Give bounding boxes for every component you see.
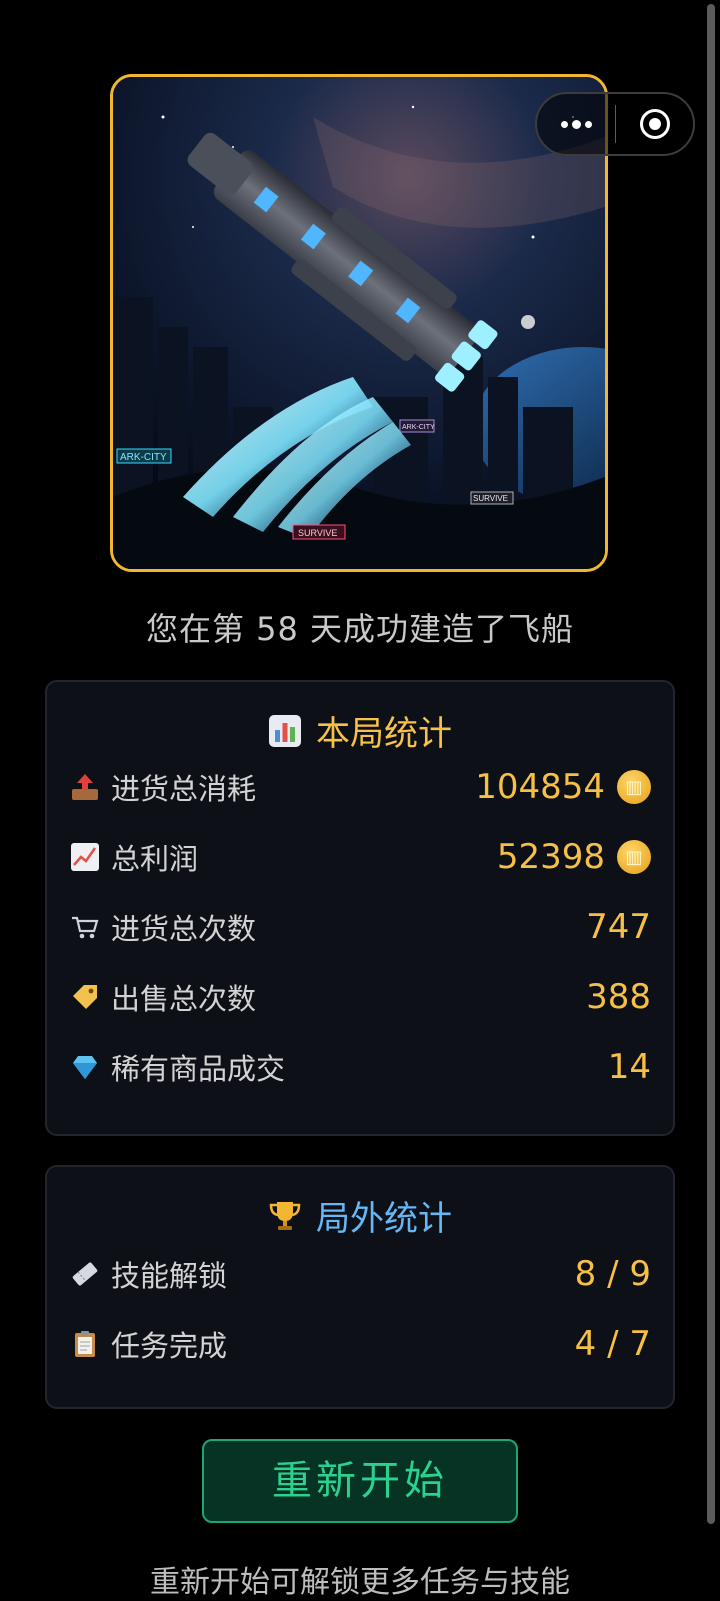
spaceship-illustration: ARK-CITY ARK-CITY SURVIVE SURVIVE	[110, 74, 608, 572]
stat-row-tasks-completed: 任务完成 4 / 7	[69, 1319, 651, 1369]
stat-row-purchase-cost: 进货总消耗 104854 ▥	[69, 762, 651, 812]
stat-value: 104854	[475, 767, 605, 807]
global-stats-card: 局外统计 技能解锁 8 / 9 任务完成 4 / 7	[45, 1165, 675, 1409]
more-dots-icon	[560, 119, 592, 129]
gem-icon	[69, 1051, 101, 1083]
stat-label: 进货总消耗	[111, 772, 257, 806]
outbox-tray-icon	[69, 771, 101, 803]
stat-label: 总利润	[111, 842, 199, 876]
stat-label: 稀有商品成交	[111, 1052, 286, 1086]
stat-value: 52398	[496, 837, 605, 877]
stat-value: 747	[586, 907, 651, 947]
target-icon	[639, 109, 670, 139]
stat-row-rare-trades: 稀有商品成交 14	[69, 1042, 651, 1092]
restart-hint: 重新开始可解锁更多任务与技能	[150, 1565, 570, 1600]
stat-value: 14	[607, 1047, 651, 1087]
scrollbar[interactable]	[707, 4, 715, 1524]
stat-value: 8 / 9	[574, 1254, 651, 1294]
local-stats-card: 本局统计 进货总消耗 104854 ▥ 总利润 52398 ▥ 进货总次数 74…	[45, 680, 675, 1136]
sign-ark-city-center: ARK-CITY	[402, 424, 435, 431]
local-stats-heading: 本局统计	[47, 706, 673, 755]
miniprogram-capsule	[535, 92, 695, 156]
sign-ark-city-left: ARK-CITY	[120, 452, 167, 463]
global-stats-title: 局外统计	[316, 1199, 452, 1239]
stat-row-skills-unlocked: 技能解锁 8 / 9	[69, 1249, 651, 1299]
restart-button[interactable]: 重新开始	[202, 1439, 518, 1523]
ticket-icon	[69, 1258, 101, 1290]
stat-label: 任务完成	[111, 1329, 228, 1363]
coin-icon: ▥	[617, 770, 651, 804]
stat-row-purchase-count: 进货总次数 747	[69, 902, 651, 952]
stat-label: 技能解锁	[111, 1259, 228, 1293]
stat-row-total-profit: 总利润 52398 ▥	[69, 832, 651, 882]
more-button[interactable]	[537, 94, 615, 154]
stat-value: 4 / 7	[574, 1324, 651, 1364]
result-subtitle: 您在第 58 天成功建造了飞船	[145, 610, 575, 648]
global-stats-heading: 局外统计	[47, 1191, 673, 1240]
sign-survive-bottom: SURVIVE	[298, 528, 337, 538]
bar-chart-icon	[269, 714, 301, 747]
trophy-icon	[269, 1201, 301, 1230]
stat-row-sale-count: 出售总次数 388	[69, 972, 651, 1022]
stat-value: 388	[586, 977, 651, 1017]
clipboard-icon	[69, 1328, 101, 1360]
chart-increasing-icon	[69, 841, 101, 873]
sign-survive-right: SURVIVE	[473, 494, 508, 503]
shopping-cart-icon	[69, 911, 101, 943]
stat-label: 进货总次数	[111, 912, 257, 946]
price-tag-icon	[69, 981, 101, 1013]
local-stats-title: 本局统计	[316, 714, 452, 754]
stat-label: 出售总次数	[111, 982, 257, 1016]
close-button[interactable]	[616, 94, 693, 154]
coin-icon: ▥	[617, 840, 651, 874]
